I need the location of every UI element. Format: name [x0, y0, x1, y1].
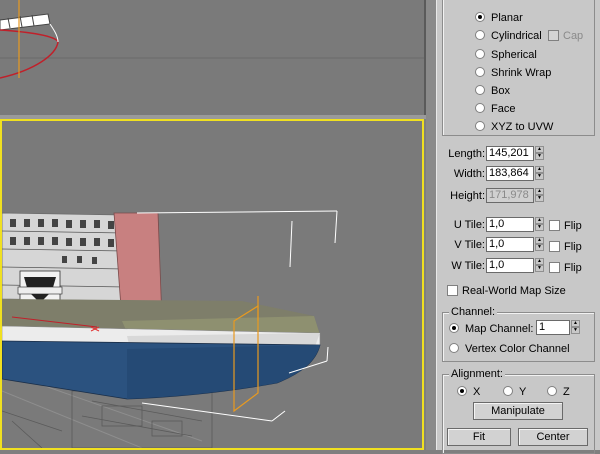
height-spinner: ▲ ▼: [535, 188, 544, 203]
alignment-title: Alignment:: [449, 368, 505, 380]
face-radio[interactable]: [475, 103, 485, 114]
spherical-radio[interactable]: [475, 49, 485, 60]
channel-title: Channel:: [449, 306, 498, 318]
length-label: Length:: [448, 148, 485, 160]
align-x-option[interactable]: X: [457, 384, 480, 400]
align-z-radio[interactable]: [547, 386, 557, 397]
map-channel-spinner[interactable]: ▲ ▼: [571, 320, 580, 335]
fit-button[interactable]: Fit: [447, 428, 511, 446]
v-tile-label: V Tile:: [454, 239, 485, 251]
width-label: Width:: [453, 168, 485, 180]
height-label: Height:: [450, 190, 485, 202]
xyz-to-uvw-radio[interactable]: [475, 121, 485, 132]
map-channel-radio[interactable]: [449, 323, 459, 334]
width-spinner[interactable]: ▲ ▼: [535, 166, 544, 181]
mapping-option-cylindrical[interactable]: Cylindrical: [475, 28, 542, 44]
v-tile-field[interactable]: 1,0: [486, 237, 534, 252]
u-tile-field[interactable]: 1,0: [486, 217, 534, 232]
align-y-radio[interactable]: [503, 386, 513, 397]
mapping-option-box[interactable]: Box: [475, 83, 510, 99]
shrink-wrap-radio[interactable]: [475, 67, 485, 78]
u-tile-label: U Tile:: [453, 219, 485, 231]
v-flip-row[interactable]: Flip: [549, 239, 582, 255]
real-world-map-size-row[interactable]: Real-World Map Size: [447, 283, 566, 299]
w-tile-label: W Tile:: [451, 260, 485, 272]
v-tile-spinner[interactable]: ▲ ▼: [535, 237, 544, 252]
v-flip-checkbox[interactable]: [549, 240, 560, 252]
perspective-viewport[interactable]: [0, 119, 424, 450]
vertex-color-channel-radio[interactable]: [449, 343, 459, 354]
align-x-radio[interactable]: [457, 386, 467, 397]
u-flip-row[interactable]: Flip: [549, 218, 582, 234]
mapping-option-planar[interactable]: Planar: [475, 10, 523, 26]
alignment-group: Alignment: X Y Z Manipulate Fit Center: [442, 368, 595, 454]
modify-panel: Planar Cylindrical Cap Spherical Shrink …: [436, 0, 600, 454]
cap-checkbox: [548, 29, 559, 41]
length-field[interactable]: 145,201: [486, 146, 534, 161]
length-spinner[interactable]: ▲ ▼: [535, 146, 544, 161]
cylindrical-radio[interactable]: [475, 30, 485, 41]
center-button[interactable]: Center: [518, 428, 588, 446]
ship-scene: [2, 210, 338, 448]
align-y-option[interactable]: Y: [503, 384, 526, 400]
channel-group: Channel: Map Channel: 1 ▲ ▼ Vertex Color …: [442, 306, 595, 362]
w-flip-row[interactable]: Flip: [549, 260, 582, 276]
manipulate-button[interactable]: Manipulate: [473, 402, 563, 420]
box-radio[interactable]: [475, 85, 485, 96]
u-flip-checkbox[interactable]: [549, 219, 560, 231]
w-tile-field[interactable]: 1,0: [486, 258, 534, 273]
map-channel-option[interactable]: Map Channel:: [449, 321, 534, 337]
u-tile-spinner[interactable]: ▲ ▼: [535, 217, 544, 232]
vertex-color-channel-option[interactable]: Vertex Color Channel: [449, 341, 570, 357]
cap-checkbox-row: Cap: [548, 28, 583, 44]
mapping-option-face[interactable]: Face: [475, 101, 515, 117]
viewport-panel-separator[interactable]: [426, 0, 436, 450]
map-channel-field[interactable]: 1: [536, 320, 570, 335]
mapping-option-spherical[interactable]: Spherical: [475, 47, 537, 63]
w-tile-spinner[interactable]: ▲ ▼: [535, 258, 544, 273]
real-world-map-size-checkbox[interactable]: [447, 284, 458, 296]
top-viewport[interactable]: [0, 0, 426, 117]
mapping-option-xyz-to-uvw[interactable]: XYZ to UVW: [475, 119, 553, 135]
height-field: 171,978: [486, 188, 534, 203]
width-field[interactable]: 183,864: [486, 166, 534, 181]
planar-radio[interactable]: [475, 12, 485, 23]
w-flip-checkbox[interactable]: [549, 261, 560, 273]
align-z-option[interactable]: Z: [547, 384, 570, 400]
mapping-option-shrink-wrap[interactable]: Shrink Wrap: [475, 65, 551, 81]
top-viewport-scene: [0, 0, 424, 79]
mapping-group: Planar Cylindrical Cap Spherical Shrink …: [442, 0, 595, 136]
